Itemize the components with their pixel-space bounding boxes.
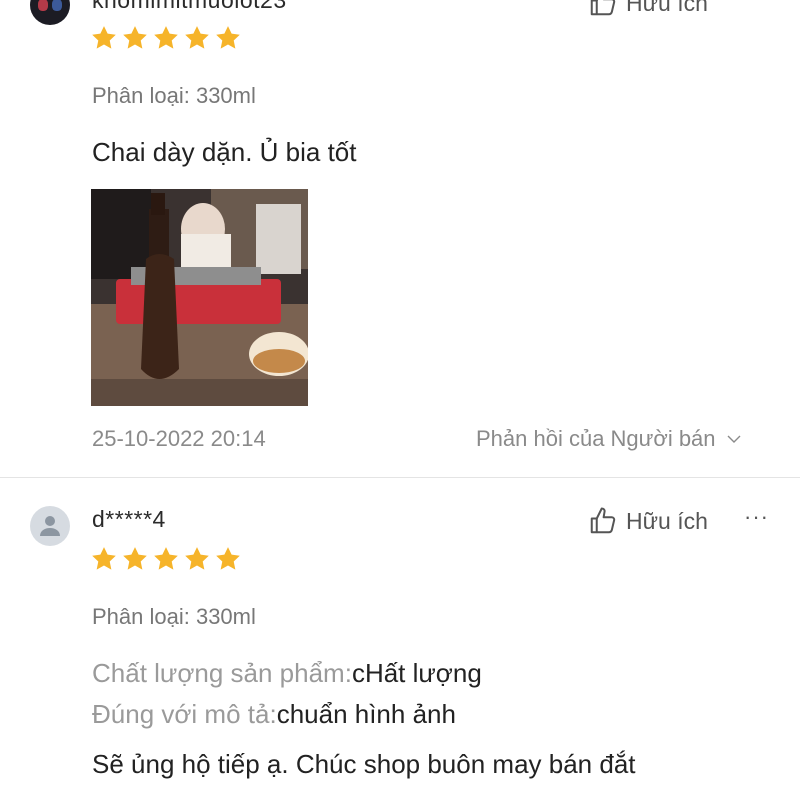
star-icon [154,26,178,49]
rating-stars [90,545,242,573]
star-icon [216,547,240,570]
star-icon [216,26,240,49]
star-icon [123,547,147,570]
star-icon [185,547,209,570]
product-variant: Phân loại: 330ml [92,83,256,108]
avatar[interactable] [30,0,70,25]
attribute-value: cHất lượng [351,658,482,688]
review-photo[interactable] [91,189,308,406]
attribute-value: chuẩn hình ảnh [276,699,456,729]
review-card: khomimitmuolot23 Hữu ích Phân loại: 330m… [0,0,800,478]
helpful-button[interactable]: Hữu ích [588,506,708,536]
seller-reply-label: Phản hồi của Người bán [476,426,716,451]
helpful-label: Hữu ích [626,0,708,16]
star-icon [154,547,178,570]
reviewer-username: d*****4 [92,506,166,532]
description-match-attribute: Đúng với mô tả:chuẩn hình ảnh [92,699,456,730]
quality-attribute: Chất lượng sản phẩm:cHất lượng [92,658,482,689]
review-comment: Sẽ ủng hộ tiếp ạ. Chúc shop buôn may bán… [92,749,636,779]
star-icon [92,26,116,49]
review-date: 25-10-2022 20:14 [92,426,266,451]
star-icon [123,26,147,49]
user-icon [40,516,60,536]
thumbs-up-icon [590,507,616,534]
chevron-down-icon [727,435,741,443]
review-card: d*****4 Hữu ích ··· Phân loại: 330ml Chấ… [0,478,800,800]
rating-stars [90,24,242,52]
avatar[interactable] [30,506,70,546]
attribute-key: Đúng với mô tả: [92,699,277,729]
product-variant: Phân loại: 330ml [92,604,256,629]
seller-reply-toggle[interactable]: Phản hồi của Người bán [476,426,742,452]
star-icon [185,26,209,49]
review-comment: Chai dày dặn. Ủ bia tốt [92,137,357,167]
thumbs-up-icon [590,0,616,16]
helpful-button[interactable]: Hữu ích [588,0,708,18]
reviewer-username: khomimitmuolot23 [92,0,287,13]
more-icon[interactable]: ··· [744,504,769,530]
star-icon [92,547,116,570]
helpful-label: Hữu ích [626,507,708,534]
attribute-key: Chất lượng sản phẩm: [92,658,352,688]
